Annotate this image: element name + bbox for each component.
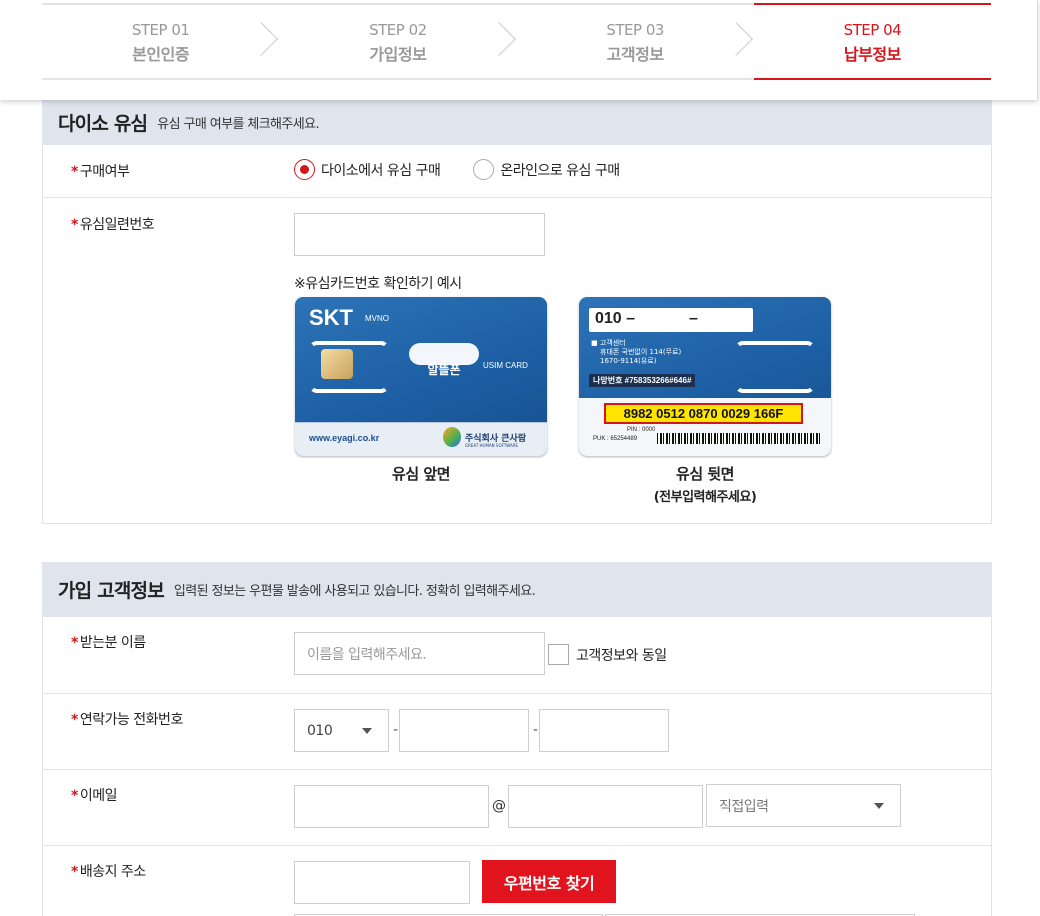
step-03: STEP 03 고객정보 xyxy=(517,5,754,78)
section-title: 다이소 유심 xyxy=(58,113,148,135)
email-domain-select[interactable]: 직접입력 xyxy=(706,784,901,827)
section-title: 가입 고객정보 xyxy=(58,580,165,602)
checkbox-unchecked-icon xyxy=(548,644,569,665)
radio-unchecked-icon xyxy=(473,159,495,180)
usim-back-image: 010 – – ■ 고객센터 휴대폰 국번없이 114(무료) 1670-911… xyxy=(579,297,831,456)
phone-last-input[interactable] xyxy=(539,709,669,752)
radio-daiso-purchase[interactable]: 다이소에서 유심 구매 xyxy=(294,159,441,180)
address-row: * 배송지 주소 우편번호 찾기 xyxy=(43,845,991,916)
section-header: 다이소 유심 유심 구매 여부를 체크해주세요. xyxy=(42,100,992,145)
field-label: * 받는분 이름 xyxy=(71,635,146,651)
front-caption: 유심 앞면 xyxy=(392,465,450,483)
phone-prefix-select[interactable]: 010 xyxy=(294,709,389,752)
section-header: 가입 고객정보 입력된 정보는 우편물 발송에 사용되고 있습니다. 정확히 입… xyxy=(42,562,992,617)
email-row: * 이메일 @ 직접입력 xyxy=(43,769,991,845)
field-label: * 배송지 주소 xyxy=(71,864,146,880)
email-id-input[interactable] xyxy=(294,785,489,828)
example-caption: ※유심카드번호 확인하기 예시 xyxy=(294,276,462,292)
step-number: STEP 04 xyxy=(843,21,902,39)
chip-outline-icon xyxy=(735,341,815,393)
step-name: 고객정보 xyxy=(606,45,664,64)
radio-online-purchase[interactable]: 온라인으로 유심 구매 xyxy=(473,159,620,180)
serial-row: * 유심일련번호 ※유심카드번호 확인하기 예시 SKT MVNO 알뜰폰 USI… xyxy=(43,197,991,523)
field-label: * 구매여부 xyxy=(71,164,130,180)
find-zipcode-button[interactable]: 우편번호 찾기 xyxy=(482,860,616,903)
step-progress-header: STEP 01 본인인증 STEP 02 가입정보 STEP 03 고객정보 S… xyxy=(0,0,1038,100)
caret-down-icon xyxy=(874,803,884,809)
skt-logo: SKT xyxy=(309,305,353,330)
section-body: * 구매여부 다이소에서 유심 구매 온라인으로 유심 구매 * 유심일련번호 ※유… xyxy=(42,145,992,524)
section-subtitle: 유심 구매 여부를 체크해주세요. xyxy=(157,117,320,132)
field-label: * 연락가능 전화번호 xyxy=(71,712,183,728)
purchase-row: * 구매여부 다이소에서 유심 구매 온라인으로 유심 구매 xyxy=(43,145,991,197)
recipient-name-row: * 받는분 이름 이름을 입력해주세요. 고객정보와 동일 xyxy=(43,617,991,693)
step-name: 본인인증 xyxy=(132,45,190,64)
step-number: STEP 03 xyxy=(606,21,664,39)
section-subtitle: 입력된 정보는 우편물 발송에 사용되고 있습니다. 정확히 입력해주세요. xyxy=(173,584,536,599)
step-number: STEP 02 xyxy=(369,21,427,39)
zipcode-input[interactable] xyxy=(294,861,470,904)
usim-serial-input[interactable] xyxy=(294,213,545,256)
step-02: STEP 02 가입정보 xyxy=(279,5,516,78)
recipient-name-input[interactable]: 이름을 입력해주세요. xyxy=(294,632,545,675)
radio-checked-icon xyxy=(294,159,315,180)
field-label: * 이메일 xyxy=(71,788,117,804)
section-body: * 받는분 이름 이름을 입력해주세요. 고객정보와 동일 * 연락가능 전화번호 … xyxy=(42,617,992,916)
same-as-customer-checkbox[interactable]: 고객정보와 동일 xyxy=(548,644,667,665)
step-name: 납부정보 xyxy=(843,45,901,64)
back-caption-note: (전부입력해주세요) xyxy=(653,490,757,505)
customer-info-section: 가입 고객정보 입력된 정보는 우편물 발송에 사용되고 있습니다. 정확히 입… xyxy=(42,562,992,916)
barcode-icon xyxy=(657,433,821,444)
step-04-active: STEP 04 납부정보 xyxy=(753,3,991,80)
usim-section: 다이소 유심 유심 구매 여부를 체크해주세요. * 구매여부 다이소에서 유심 … xyxy=(42,100,992,524)
usim-front-image: SKT MVNO 알뜰폰 USIM CARD www.eyagi.co.kr 주… xyxy=(295,297,547,456)
company-logo-icon xyxy=(443,427,461,447)
step-name: 가입정보 xyxy=(369,45,427,64)
step-list: STEP 01 본인인증 STEP 02 가입정보 STEP 03 고객정보 S… xyxy=(42,3,991,80)
chip-icon xyxy=(321,349,353,379)
email-domain-input[interactable] xyxy=(508,785,703,828)
step-number: STEP 01 xyxy=(131,21,190,39)
phone-middle-input[interactable] xyxy=(399,709,529,752)
step-01: STEP 01 본인인증 xyxy=(42,5,279,78)
caret-down-icon xyxy=(362,728,372,734)
back-caption: 유심 뒷면 xyxy=(676,465,734,483)
serial-number-highlight: 8982 0512 0870 0029 166F xyxy=(604,403,803,424)
phone-row: * 연락가능 전화번호 010 - - xyxy=(43,693,991,769)
field-label: * 유심일련번호 xyxy=(71,217,155,233)
